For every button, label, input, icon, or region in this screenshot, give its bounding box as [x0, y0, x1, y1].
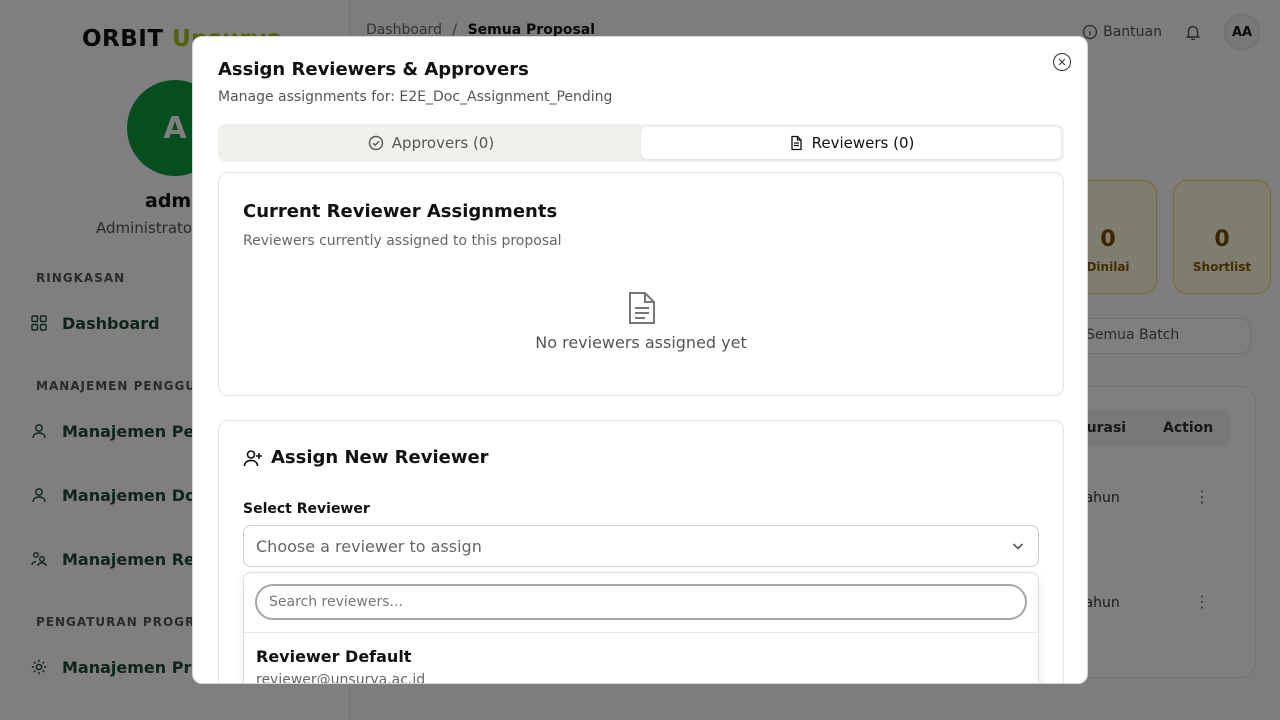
- user-plus-icon: [243, 449, 262, 466]
- dialog-subtitle: Manage assignments for: E2E_Doc_Assignme…: [218, 89, 613, 105]
- assign-dialog: ✕ Assign Reviewers & Approvers Manage as…: [192, 36, 1088, 684]
- close-icon: ✕: [1057, 55, 1067, 69]
- card-description: Reviewers currently assigned to this pro…: [243, 233, 562, 249]
- select-placeholder: Choose a reviewer to assign: [256, 536, 482, 556]
- reviewer-name: Reviewer Default: [256, 647, 412, 666]
- assignment-tabs: Approvers (0) Reviewers (0): [218, 124, 1064, 162]
- tab-label: Approvers (0): [391, 134, 495, 152]
- tab-reviewers[interactable]: Reviewers (0): [641, 127, 1061, 159]
- assign-new-card: Assign New Reviewer Select Reviewer Choo…: [218, 420, 1064, 684]
- reviewer-option[interactable]: Reviewer Default reviewer@unsurya.ac.id: [244, 633, 1038, 684]
- chevron-down-icon: [1012, 543, 1024, 550]
- select-label: Select Reviewer: [243, 501, 370, 517]
- assign-title: Assign New Reviewer: [271, 447, 489, 468]
- document-icon: [629, 292, 655, 324]
- card-title: Current Reviewer Assignments: [243, 201, 558, 222]
- check-circle-icon: [368, 135, 383, 151]
- reviewer-select[interactable]: Choose a reviewer to assign: [243, 525, 1039, 567]
- empty-state-text: No reviewers assigned yet: [535, 333, 747, 352]
- close-button[interactable]: ✕: [1053, 53, 1071, 71]
- reviewer-email: reviewer@unsurya.ac.id: [256, 672, 426, 684]
- search-input[interactable]: [255, 584, 1027, 620]
- reviewer-dropdown: Reviewer Default reviewer@unsurya.ac.id: [243, 572, 1039, 684]
- tab-label: Reviewers (0): [811, 134, 915, 152]
- tab-approvers[interactable]: Approvers (0): [221, 127, 641, 159]
- dialog-title: Assign Reviewers & Approvers: [218, 59, 529, 80]
- document-icon: [790, 135, 802, 151]
- assign-header: Assign New Reviewer: [243, 447, 489, 468]
- current-assignments-card: Current Reviewer Assignments Reviewers c…: [218, 172, 1064, 396]
